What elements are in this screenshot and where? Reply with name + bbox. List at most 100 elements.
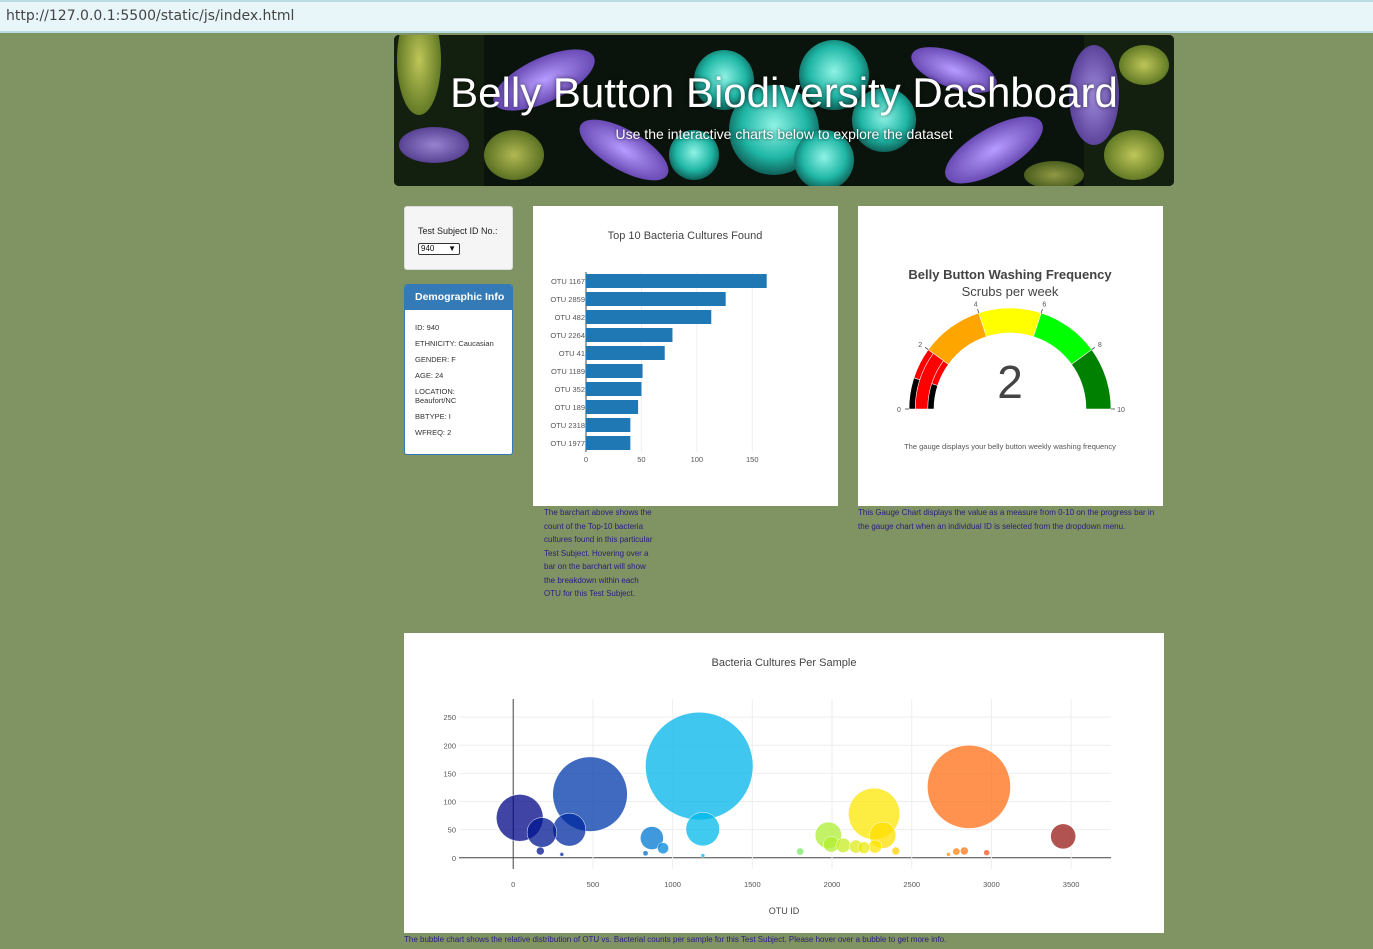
bar-y-tick-label: OTU 41 xyxy=(559,349,585,358)
bubble-chart-title: Bacteria Cultures Per Sample xyxy=(712,657,857,669)
bar-otu-2318[interactable] xyxy=(586,418,631,432)
subject-id-selected: 940 xyxy=(421,244,435,253)
bubble-x-tick-label: 1000 xyxy=(664,880,681,889)
demographic-id: ID: 940 xyxy=(415,323,440,332)
bar-otu-352[interactable] xyxy=(586,382,642,396)
bar-x-tick-label: 150 xyxy=(746,455,759,464)
bar-otu-1189[interactable] xyxy=(586,364,643,378)
bar-otu-189[interactable] xyxy=(586,400,639,414)
bar-chart-title: Top 10 Bacteria Cultures Found xyxy=(608,230,763,242)
bar-y-tick-label: OTU 189 xyxy=(555,403,585,412)
bubble-point[interactable] xyxy=(685,811,720,847)
bubble-point[interactable] xyxy=(642,850,649,857)
gauge-tick-label: 6 xyxy=(1042,301,1046,308)
bubble-point[interactable] xyxy=(927,745,1011,829)
bubble-x-tick-label: 3500 xyxy=(1063,880,1080,889)
bar-y-tick-label: OTU 2318 xyxy=(550,421,585,430)
gauge-tick xyxy=(1040,309,1043,314)
gauge-subtitle: Scrubs per week xyxy=(962,284,1059,299)
subject-selector-panel: Test Subject ID No.: 940 ▼ xyxy=(404,206,513,270)
bubble-x-tick-label: 1500 xyxy=(744,880,761,889)
demographic-wfreq: WFREQ: 2 xyxy=(415,428,452,437)
bar-otu-41[interactable] xyxy=(586,346,665,360)
bubble-chart[interactable]: Bacteria Cultures Per Sample 0 50 100 150 20… xyxy=(404,633,1164,933)
bar-y-tick-label: OTU 352 xyxy=(555,385,585,394)
bubble-point[interactable] xyxy=(868,839,882,854)
browser-url-bar[interactable]: http://127.0.0.1:5500/static/js/index.ht… xyxy=(0,0,1373,33)
bubble-point[interactable] xyxy=(960,846,969,856)
bubble-point[interactable] xyxy=(526,817,557,848)
gauge-tick-label: 4 xyxy=(974,301,978,308)
bubble-y-tick-label: 150 xyxy=(443,769,456,778)
bubble-point[interactable] xyxy=(946,852,951,857)
chevron-down-icon: ▼ xyxy=(448,244,456,253)
demographic-info-title: Demographic Info xyxy=(405,285,512,310)
bubble-x-tick-label: 0 xyxy=(511,880,515,889)
subject-id-label: Test Subject ID No.: xyxy=(418,226,498,236)
demographic-gender: GENDER: F xyxy=(415,355,456,364)
bar-otu-1167[interactable] xyxy=(586,274,767,288)
gauge-note: The gauge displays your belly button wee… xyxy=(904,442,1116,451)
bubble-point[interactable] xyxy=(645,712,754,821)
bubble-y-tick-label: 250 xyxy=(443,713,456,722)
bubble-point[interactable] xyxy=(700,853,706,858)
url-text[interactable]: http://127.0.0.1:5500/static/js/index.ht… xyxy=(6,8,294,24)
bar-y-tick-label: OTU 2859 xyxy=(550,295,585,304)
bubble-point[interactable] xyxy=(835,837,851,853)
bubble-x-tick-label: 2000 xyxy=(824,880,841,889)
gauge-tick-label: 8 xyxy=(1098,342,1102,349)
gauge-step xyxy=(978,307,1042,338)
bar-y-tick-label: OTU 1977 xyxy=(550,439,585,448)
gauge-tick xyxy=(977,309,980,314)
bar-y-tick-label: OTU 482 xyxy=(555,313,585,322)
bar-x-tick-label: 100 xyxy=(691,455,704,464)
bubble-point[interactable] xyxy=(552,812,587,847)
bubble-point[interactable] xyxy=(857,841,871,854)
gauge-tick-label: 0 xyxy=(897,407,901,414)
bar-otu-2859[interactable] xyxy=(586,292,726,306)
bar-otu-2264[interactable] xyxy=(586,328,673,342)
bar-chart-card: Top 10 Bacteria Cultures Found OTU 1167 O… xyxy=(533,206,838,506)
gauge-tick xyxy=(924,346,929,350)
subject-id-dropdown[interactable]: 940 ▼ xyxy=(418,243,460,255)
gauge-chart[interactable]: Belly Button Washing Frequency Scrubs pe… xyxy=(858,206,1163,506)
page-subtitle: Use the interactive charts below to expl… xyxy=(615,126,953,142)
header-banner: Belly Button Biodiversity Dashboard Use … xyxy=(394,35,1174,186)
bar-chart-caption: The barchart above shows the count of th… xyxy=(544,508,653,598)
bar-x-tick-label: 0 xyxy=(584,455,588,464)
bubble-point[interactable] xyxy=(536,846,545,856)
gauge-tick-label: 2 xyxy=(918,342,922,349)
demographic-ethnicity: ETHNICITY: Caucasian xyxy=(415,339,494,348)
bar-x-tick-label: 50 xyxy=(637,455,645,464)
bubble-point[interactable] xyxy=(983,849,990,856)
bubble-point[interactable] xyxy=(796,847,805,856)
bar-otu-1977[interactable] xyxy=(586,436,631,450)
bubble-chart-caption: The bubble chart shows the relative dist… xyxy=(404,935,947,944)
gauge-chart-card: Belly Button Washing Frequency Scrubs pe… xyxy=(858,206,1163,506)
bubble-y-tick-label: 0 xyxy=(452,854,456,863)
bubble-y-tick-label: 100 xyxy=(443,798,456,807)
demographic-info-body: ID: 940 ETHNICITY: Caucasian GENDER: F A… xyxy=(405,310,512,437)
bubble-point[interactable] xyxy=(952,847,961,856)
bar-chart[interactable]: Top 10 Bacteria Cultures Found OTU 1167 O… xyxy=(533,206,838,506)
demographic-age: AGE: 24 xyxy=(415,371,444,380)
bubble-x-tick-label: 2500 xyxy=(903,880,920,889)
bubble-point[interactable] xyxy=(657,842,669,855)
bubble-y-tick-label: 50 xyxy=(448,826,456,835)
gauge-chart-caption: This Gauge Chart displays the value as a… xyxy=(858,508,1155,531)
demographic-location: LOCATION: Beaufort/NC xyxy=(415,387,457,405)
bar-y-tick-label: OTU 2264 xyxy=(550,331,585,340)
bar-y-tick-label: OTU 1167 xyxy=(551,277,585,286)
bubble-x-axis-label: OTU ID xyxy=(769,906,800,916)
bar-otu-482[interactable] xyxy=(586,310,712,324)
demographic-bbtype: BBTYPE: I xyxy=(415,412,451,421)
gauge-tick xyxy=(1091,346,1096,350)
bar-y-tick-label: OTU 1189 xyxy=(551,367,585,376)
gauge-title: Belly Button Washing Frequency xyxy=(908,267,1112,282)
bubble-chart-card: Bacteria Cultures Per Sample 0 50 100 150 20… xyxy=(404,633,1164,933)
bubble-point[interactable] xyxy=(1050,823,1076,850)
bubble-point[interactable] xyxy=(891,846,901,856)
bubble-x-tick-label: 500 xyxy=(587,880,600,889)
bubble-point[interactable] xyxy=(559,852,565,857)
gauge-tick-label: 10 xyxy=(1117,407,1125,414)
